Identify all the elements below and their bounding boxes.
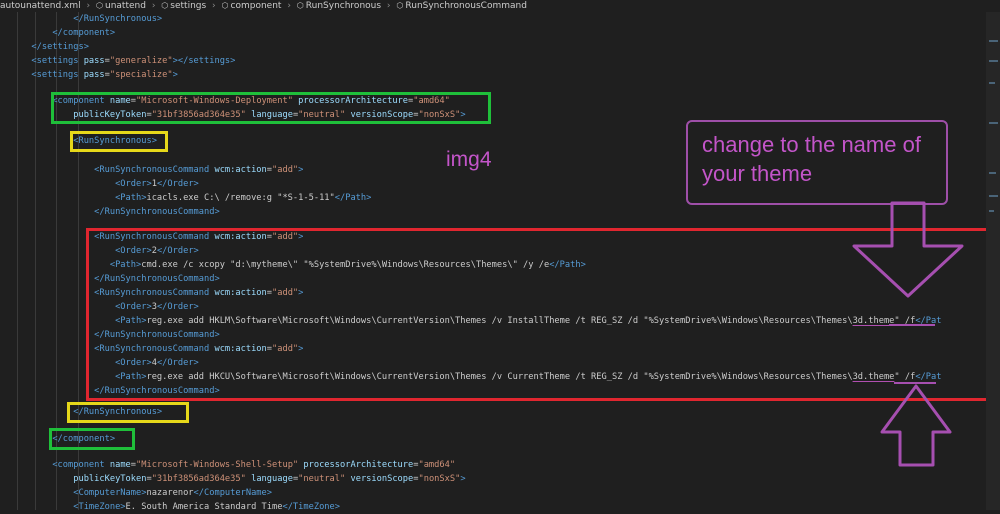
red-highlight-commands <box>86 228 996 401</box>
breadcrumb: autounattend.xml › ⬡ unattend › ⬡ settings… <box>0 0 1000 12</box>
minimap-mark <box>989 122 998 124</box>
breadcrumb-item-unattend[interactable]: unattend <box>105 1 146 11</box>
yellow-highlight-runsync-open <box>70 131 168 152</box>
minimap-mark <box>989 60 998 62</box>
xml-element-icon: ⬡ <box>161 1 169 10</box>
minimap-mark <box>989 40 998 42</box>
breadcrumb-item-settings[interactable]: settings <box>170 1 206 11</box>
yellow-highlight-runsync-close <box>67 402 189 423</box>
chevron-right-icon: › <box>151 1 156 11</box>
code-line: </RunSynchronousCommand> <box>94 207 220 217</box>
minimap-mark <box>989 195 998 197</box>
code-editor[interactable]: </RunSynchronous> </component> </setting… <box>0 12 1000 512</box>
xml-element-icon: ⬡ <box>396 1 404 10</box>
breadcrumb-item-component[interactable]: component <box>231 1 282 11</box>
xml-element-icon: ⬡ <box>296 1 304 10</box>
code-line: </RunSynchronous> <box>73 14 163 24</box>
code-line: <ComputerName>nazarenor</ComputerName> <box>73 488 273 498</box>
chevron-right-icon: › <box>287 1 291 11</box>
minimap-mark <box>989 82 995 84</box>
green-highlight-component-open <box>51 92 491 124</box>
img-label: img4 <box>446 148 492 171</box>
breadcrumb-file[interactable]: autounattend.xml <box>0 1 81 11</box>
minimap-mark <box>989 210 994 212</box>
code-line: </component> <box>52 28 116 38</box>
breadcrumb-item-runsynchronouscommand[interactable]: RunSynchronousCommand <box>405 1 527 11</box>
code-line: <settings pass="specialize"> <box>31 70 178 80</box>
chevron-right-icon: › <box>86 1 91 11</box>
callout-box: change to the name of your theme <box>686 120 948 205</box>
green-highlight-component-close <box>49 428 135 450</box>
code-line: </settings> <box>31 42 89 52</box>
xml-element-icon: ⬡ <box>96 1 103 10</box>
code-line: publicKeyToken="31bf3856ad364e35" langua… <box>73 474 466 484</box>
code-line: <settings pass="generalize"></settings> <box>31 56 236 66</box>
xml-element-icon: ⬡ <box>221 1 229 10</box>
code-line: </component> <box>52 434 116 444</box>
code-line: <component name="Microsoft-Windows-Shell… <box>52 460 456 470</box>
minimap-mark <box>989 172 996 174</box>
breadcrumb-item-runsynchronous[interactable]: RunSynchronous <box>306 1 381 11</box>
minimap[interactable] <box>986 12 1000 510</box>
chevron-right-icon: › <box>386 1 391 11</box>
chevron-right-icon: › <box>212 1 216 11</box>
code-line: <TimeZone>E. South America Standard Time… <box>73 502 341 512</box>
